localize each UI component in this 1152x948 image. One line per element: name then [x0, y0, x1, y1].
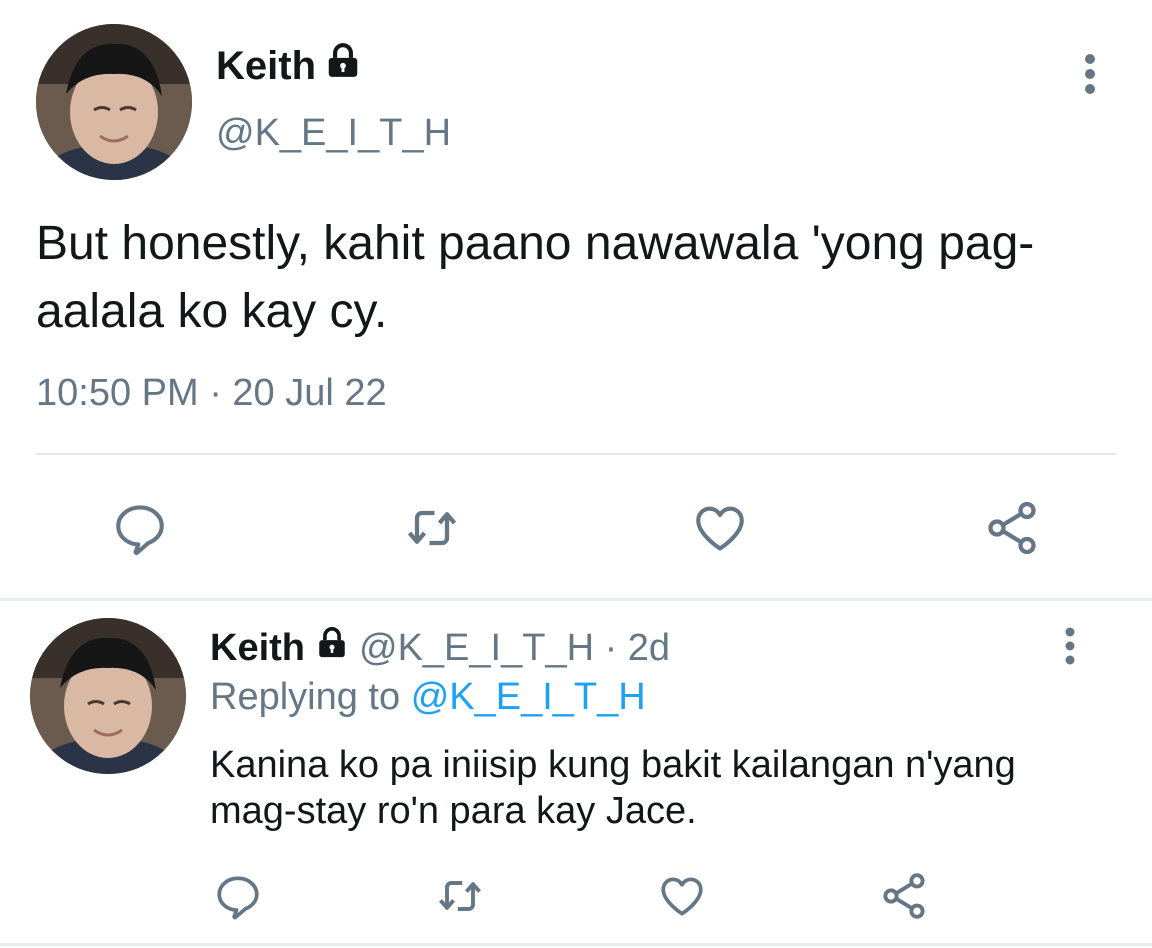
main-avatar[interactable]	[36, 24, 192, 180]
main-tweet-timestamp[interactable]: 10:50 PM · 20 Jul 22	[36, 372, 387, 415]
share-icon[interactable]	[980, 496, 1044, 560]
lock-icon	[315, 626, 349, 670]
replying-to-mention[interactable]: @K_E_I_T_H	[411, 676, 646, 718]
retweet-icon[interactable]	[430, 868, 490, 924]
reply-icon[interactable]	[210, 868, 266, 924]
main-author-name[interactable]: Keith	[216, 44, 316, 89]
lock-icon	[324, 42, 362, 90]
more-vertical-icon[interactable]	[1052, 624, 1088, 668]
replying-to-label: Replying to	[210, 676, 401, 718]
reply-header: Keith @K_E_I_T_H · 2d	[210, 626, 670, 670]
section-divider	[0, 598, 1152, 601]
retweet-icon[interactable]	[396, 496, 468, 560]
heart-icon[interactable]	[654, 868, 710, 924]
reply-icon[interactable]	[108, 496, 172, 560]
reply-tweet-text: Kanina ko pa iniisip kung bakit kailanga…	[210, 744, 1016, 832]
reply-author-name[interactable]: Keith	[210, 627, 305, 670]
main-tweet-text: But honestly, kahit paano nawawala 'yong…	[36, 217, 1035, 338]
divider	[36, 453, 1116, 455]
heart-icon[interactable]	[688, 496, 752, 560]
more-vertical-icon[interactable]	[1070, 52, 1110, 96]
bottom-divider	[0, 943, 1152, 946]
reply-avatar[interactable]	[30, 618, 186, 774]
replying-to-line: Replying to @K_E_I_T_H	[210, 676, 646, 719]
main-author-handle[interactable]: @K_E_I_T_H	[216, 112, 451, 155]
main-author-name-row[interactable]: Keith	[216, 42, 362, 90]
reply-handle-time[interactable]: @K_E_I_T_H · 2d	[359, 627, 670, 670]
share-icon[interactable]	[876, 868, 932, 924]
